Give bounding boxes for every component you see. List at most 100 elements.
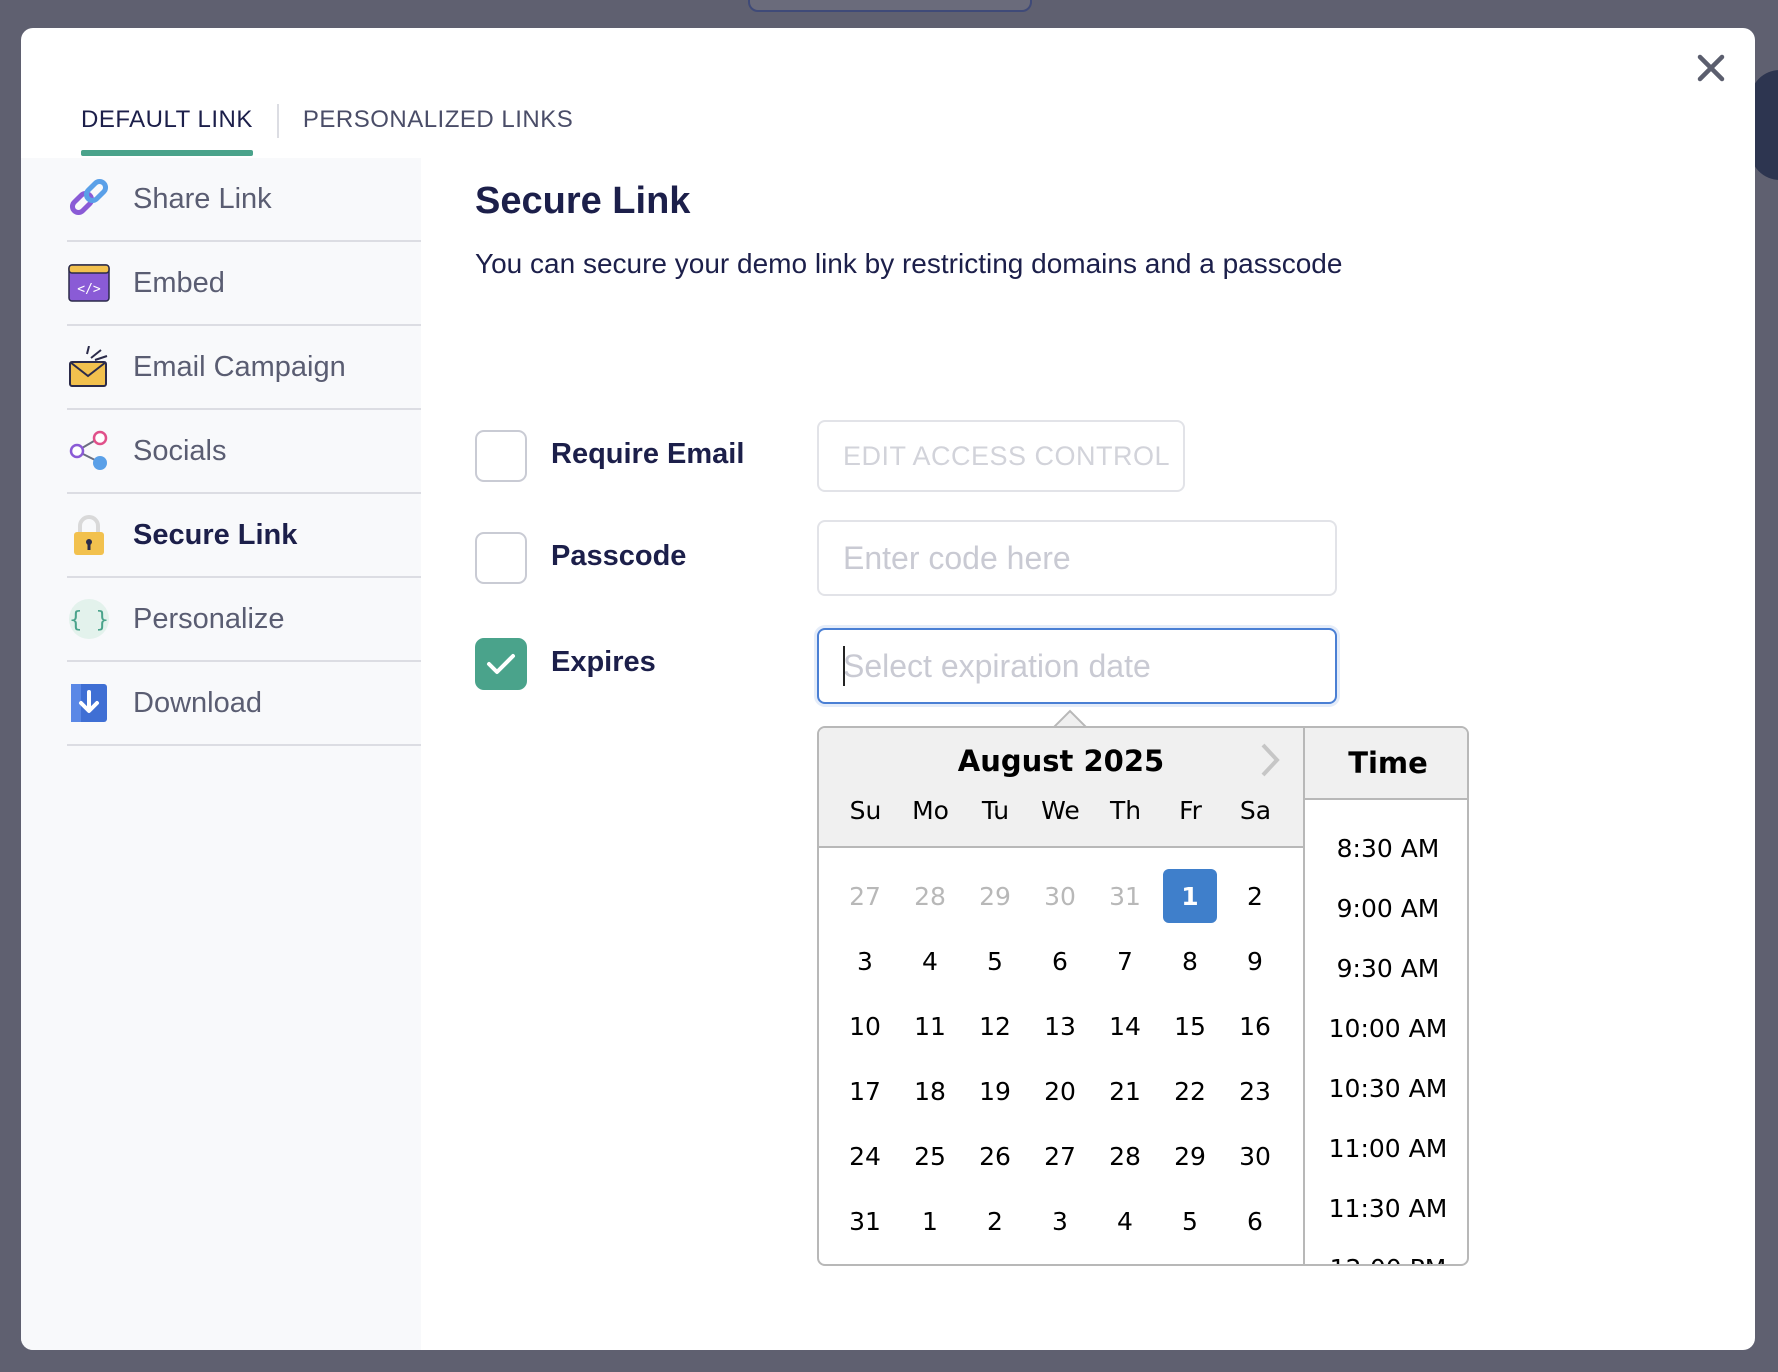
- time-option[interactable]: 10:30 AM: [1305, 1058, 1467, 1118]
- time-option[interactable]: 12:00 PM: [1305, 1238, 1467, 1265]
- calendar-day[interactable]: 21: [1098, 1064, 1152, 1118]
- calendar-day[interactable]: 31: [1098, 869, 1152, 923]
- calendar-day[interactable]: 31: [838, 1194, 892, 1248]
- calendar-day[interactable]: 2: [1228, 869, 1282, 923]
- calendar-day[interactable]: 6: [1228, 1194, 1282, 1248]
- calendar-day[interactable]: 17: [838, 1064, 892, 1118]
- next-month-button[interactable]: [1255, 740, 1285, 780]
- calendar-day[interactable]: 4: [1098, 1194, 1152, 1248]
- chevron-right-icon: [1261, 743, 1280, 777]
- curly-braces-icon: { }: [67, 597, 111, 641]
- page-subtitle: You can secure your demo link by restric…: [475, 248, 1343, 279]
- sidebar-item-label: Personalize: [133, 602, 285, 635]
- calendar-day[interactable]: 6: [1033, 934, 1087, 988]
- calendar-day[interactable]: 2: [968, 1194, 1022, 1248]
- calendar-day[interactable]: 15: [1163, 999, 1217, 1053]
- link-icon: [67, 177, 111, 221]
- time-list[interactable]: 8:30 AM 9:00 AM 9:30 AM 10:00 AM 10:30 A…: [1305, 800, 1467, 1265]
- text-cursor: [843, 646, 845, 686]
- calendar-day[interactable]: 8: [1163, 934, 1217, 988]
- weekday-label: Tu: [981, 796, 1010, 825]
- calendar-day[interactable]: 19: [968, 1064, 1022, 1118]
- calendar-day[interactable]: 14: [1098, 999, 1152, 1053]
- calendar-day[interactable]: 18: [903, 1064, 957, 1118]
- calendar-day[interactable]: 12: [968, 999, 1022, 1053]
- calendar-day[interactable]: 9: [1228, 934, 1282, 988]
- calendar: August 2025 Su Mo Tu We Th Fr Sa 27 28 2…: [819, 728, 1303, 1264]
- calendar-day[interactable]: 28: [903, 869, 957, 923]
- tab-divider: [276, 104, 279, 138]
- calendar-day[interactable]: 10: [838, 999, 892, 1053]
- date-picker-popup: August 2025 Su Mo Tu We Th Fr Sa 27 28 2…: [817, 726, 1469, 1266]
- tab-personalized-links[interactable]: PERSONALIZED LINKS: [303, 76, 573, 156]
- calendar-day[interactable]: 24: [838, 1129, 892, 1183]
- close-button[interactable]: [1689, 46, 1733, 90]
- calendar-day[interactable]: 3: [838, 934, 892, 988]
- calendar-day[interactable]: 30: [1228, 1129, 1282, 1183]
- sidebar-item-embed[interactable]: </> Embed: [67, 242, 421, 326]
- sidebar-item-label: Embed: [133, 266, 225, 299]
- sidebar-item-share-link[interactable]: Share Link: [67, 158, 421, 242]
- sidebar-item-download[interactable]: Download: [67, 662, 421, 746]
- sidebar-item-label: Email Campaign: [133, 350, 346, 383]
- time-option[interactable]: 8:30 AM: [1305, 818, 1467, 878]
- sidebar-nav: Share Link </> Embed Email Campaign Soci…: [21, 158, 421, 746]
- calendar-day[interactable]: 22: [1163, 1064, 1217, 1118]
- calendar-day[interactable]: 30: [1033, 869, 1087, 923]
- calendar-day[interactable]: 5: [968, 934, 1022, 988]
- time-option[interactable]: 11:00 AM: [1305, 1118, 1467, 1178]
- sidebar-item-personalize[interactable]: { } Personalize: [67, 578, 421, 662]
- calendar-day[interactable]: 25: [903, 1129, 957, 1183]
- passcode-input[interactable]: [817, 520, 1337, 596]
- weekday-label: Fr: [1179, 796, 1202, 825]
- weekday-label: Su: [849, 796, 882, 825]
- calendar-day[interactable]: 11: [903, 999, 957, 1053]
- calendar-day[interactable]: 29: [1163, 1129, 1217, 1183]
- sidebar-item-label: Socials: [133, 434, 227, 467]
- calendar-day[interactable]: 26: [968, 1129, 1022, 1183]
- calendar-day[interactable]: 27: [838, 869, 892, 923]
- expires-checkbox[interactable]: [475, 638, 527, 690]
- calendar-day[interactable]: 20: [1033, 1064, 1087, 1118]
- tab-default-link[interactable]: DEFAULT LINK: [81, 76, 253, 156]
- weekday-label: Sa: [1239, 796, 1272, 825]
- calendar-day[interactable]: 5: [1163, 1194, 1217, 1248]
- expiration-date-input[interactable]: [817, 628, 1337, 704]
- calendar-day[interactable]: 23: [1228, 1064, 1282, 1118]
- calendar-day-selected[interactable]: 1: [1163, 869, 1217, 923]
- calendar-day[interactable]: 1: [903, 1194, 957, 1248]
- calendar-day[interactable]: 28: [1098, 1129, 1152, 1183]
- calendar-day[interactable]: 29: [968, 869, 1022, 923]
- svg-text:</>: </>: [77, 282, 101, 297]
- time-option[interactable]: 10:00 AM: [1305, 998, 1467, 1058]
- svg-text:{ }: { }: [69, 608, 109, 633]
- time-header: Time: [1305, 728, 1467, 800]
- sidebar-item-socials[interactable]: Socials: [67, 410, 421, 494]
- page-title: Secure Link: [475, 180, 691, 222]
- calendar-day[interactable]: 3: [1033, 1194, 1087, 1248]
- calendar-day[interactable]: 13: [1033, 999, 1087, 1053]
- calendar-header: August 2025 Su Mo Tu We Th Fr Sa: [819, 728, 1303, 848]
- sidebar: Share Link </> Embed Email Campaign Soci…: [21, 158, 421, 1350]
- sidebar-item-secure-link[interactable]: Secure Link: [67, 494, 421, 578]
- sidebar-item-email-campaign[interactable]: Email Campaign: [67, 326, 421, 410]
- time-option[interactable]: 9:30 AM: [1305, 938, 1467, 998]
- calendar-day[interactable]: 4: [903, 934, 957, 988]
- calendar-days: 27 28 29 30 31 1 2 3 4 5 6 7 8 9 10 11 1…: [833, 864, 1288, 1254]
- require-email-checkbox[interactable]: [475, 430, 527, 482]
- sidebar-item-label: Share Link: [133, 182, 272, 215]
- edit-access-control-button[interactable]: EDIT ACCESS CONTROL: [817, 420, 1185, 492]
- checkmark-icon: [487, 654, 515, 674]
- time-column: Time 8:30 AM 9:00 AM 9:30 AM 10:00 AM 10…: [1303, 728, 1467, 1265]
- calendar-day[interactable]: 7: [1098, 934, 1152, 988]
- month-label: August 2025: [957, 744, 1165, 778]
- envelope-icon: [67, 345, 111, 389]
- calendar-day[interactable]: 27: [1033, 1129, 1087, 1183]
- background-pill: [748, 0, 1032, 12]
- lock-icon: [67, 513, 111, 557]
- time-option[interactable]: 11:30 AM: [1305, 1178, 1467, 1238]
- time-option[interactable]: 9:00 AM: [1305, 878, 1467, 938]
- calendar-day[interactable]: 16: [1228, 999, 1282, 1053]
- weekday-label: Th: [1109, 796, 1142, 825]
- passcode-checkbox[interactable]: [475, 532, 527, 584]
